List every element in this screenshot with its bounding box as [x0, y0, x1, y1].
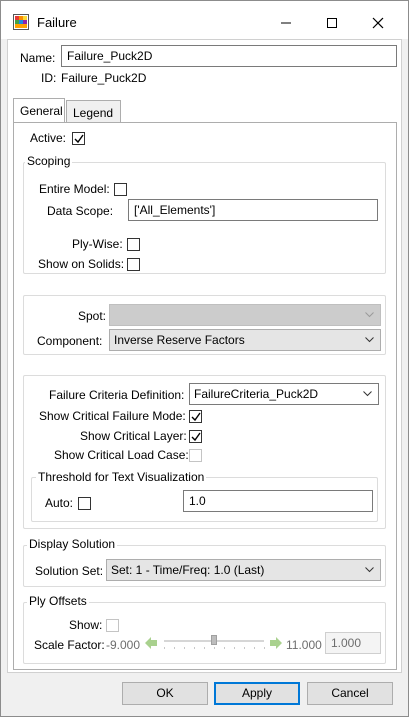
- failure-app-icon: [13, 14, 29, 30]
- slider-tick: [244, 647, 245, 649]
- cancel-button[interactable]: Cancel: [307, 682, 393, 705]
- slider-tick: [174, 647, 175, 649]
- show-critical-layer-label: Show Critical Layer:: [80, 429, 187, 443]
- slider-tick: [184, 647, 185, 649]
- close-button[interactable]: [355, 9, 401, 37]
- entire-model-checkbox[interactable]: [114, 183, 127, 196]
- ok-button[interactable]: OK: [122, 682, 208, 705]
- show-critical-failure-mode-label: Show Critical Failure Mode:: [39, 409, 186, 423]
- solution-set-chevron-down-icon: [365, 567, 374, 573]
- failure-criteria-select[interactable]: FailureCriteria_Puck2D: [189, 383, 379, 405]
- checkmark-icon: [191, 412, 201, 422]
- slider-tick: [164, 647, 165, 649]
- dialog-content: Name: Failure_Puck2D ID: Failure_Puck2D …: [7, 39, 402, 673]
- scale-factor-min: -9.000: [106, 638, 141, 652]
- general-tab-panel: Active: Scoping Entire Model: Data Scope…: [13, 122, 397, 670]
- checkmark-icon: [74, 134, 84, 144]
- slider-tick: [234, 647, 235, 649]
- failure-criteria-chevron-down-icon: [363, 391, 372, 397]
- maximize-button[interactable]: [309, 9, 355, 37]
- name-label: Name:: [20, 51, 56, 65]
- solution-set-select[interactable]: Set: 1 - Time/Freq: 1.0 (Last): [106, 559, 381, 581]
- auto-checkbox[interactable]: [78, 497, 91, 510]
- ply-offsets-title: Ply Offsets: [27, 594, 89, 608]
- threshold-title: Threshold for Text Visualization: [36, 470, 207, 484]
- component-chevron-down-icon: [365, 337, 374, 343]
- slider-tick: [264, 647, 265, 649]
- title-bar[interactable]: Failure: [1, 1, 408, 39]
- slider-thumb[interactable]: [211, 635, 217, 645]
- data-scope-label: Data Scope:: [47, 204, 114, 218]
- show-on-solids-checkbox[interactable]: [127, 258, 140, 271]
- scoping-title: Scoping: [25, 154, 73, 168]
- close-icon: [372, 17, 384, 29]
- active-checkbox[interactable]: [72, 132, 85, 145]
- slider-ticks: [164, 647, 265, 649]
- show-on-solids-label: Show on Solids:: [38, 257, 125, 271]
- slider-tick: [254, 647, 255, 649]
- slider-tick: [204, 647, 205, 649]
- tab-legend[interactable]: Legend: [66, 100, 121, 122]
- scale-factor-slider[interactable]: [164, 635, 265, 649]
- solution-set-label: Solution Set:: [35, 564, 104, 578]
- minimize-button[interactable]: [263, 9, 309, 37]
- component-label: Component:: [37, 334, 103, 348]
- arrow-left-icon[interactable]: [144, 636, 158, 650]
- show-critical-load-case-checkbox[interactable]: [189, 449, 202, 462]
- ply-wise-label: Ply-Wise:: [72, 237, 123, 251]
- scale-factor-label: Scale Factor:: [34, 638, 105, 652]
- spot-label: Spot:: [78, 309, 107, 323]
- auto-label: Auto:: [45, 496, 74, 510]
- active-label: Active:: [30, 131, 67, 145]
- apply-button[interactable]: Apply: [214, 682, 300, 705]
- failure-criteria-label: Failure Criteria Definition:: [49, 388, 185, 402]
- ply-offsets-show-checkbox[interactable]: [106, 619, 119, 632]
- window-title: Failure: [37, 15, 77, 30]
- maximize-icon: [327, 18, 337, 28]
- scale-factor-input[interactable]: 1.000: [325, 632, 381, 654]
- component-select[interactable]: Inverse Reserve Factors: [109, 329, 381, 351]
- id-value: Failure_Puck2D: [61, 71, 147, 85]
- ply-wise-checkbox[interactable]: [127, 238, 140, 251]
- checkmark-icon: [191, 432, 201, 442]
- name-input[interactable]: Failure_Puck2D: [61, 45, 397, 67]
- slider-tick: [194, 647, 195, 649]
- show-critical-layer-checkbox[interactable]: [189, 430, 202, 443]
- spot-select[interactable]: [109, 304, 381, 326]
- slider-tick: [214, 647, 215, 649]
- ply-offsets-show-label: Show:: [69, 618, 103, 632]
- id-label: ID:: [41, 71, 57, 85]
- entire-model-label: Entire Model:: [39, 182, 110, 196]
- data-scope-input[interactable]: ['All_Elements']: [128, 199, 378, 221]
- slider-tick: [224, 647, 225, 649]
- arrow-right-icon[interactable]: [269, 636, 283, 650]
- failure-dialog: Failure Name: Failure_Puck2D ID: Failure…: [0, 0, 409, 717]
- display-solution-title: Display Solution: [27, 537, 118, 551]
- spot-chevron-down-icon: [365, 312, 374, 318]
- scale-factor-max: 11.000: [286, 638, 322, 652]
- threshold-value-input[interactable]: 1.0: [183, 490, 373, 512]
- tab-general[interactable]: General: [13, 98, 65, 123]
- show-critical-failure-mode-checkbox[interactable]: [189, 410, 202, 423]
- minimize-icon: [281, 22, 291, 24]
- show-critical-load-case-label: Show Critical Load Case:: [54, 448, 189, 462]
